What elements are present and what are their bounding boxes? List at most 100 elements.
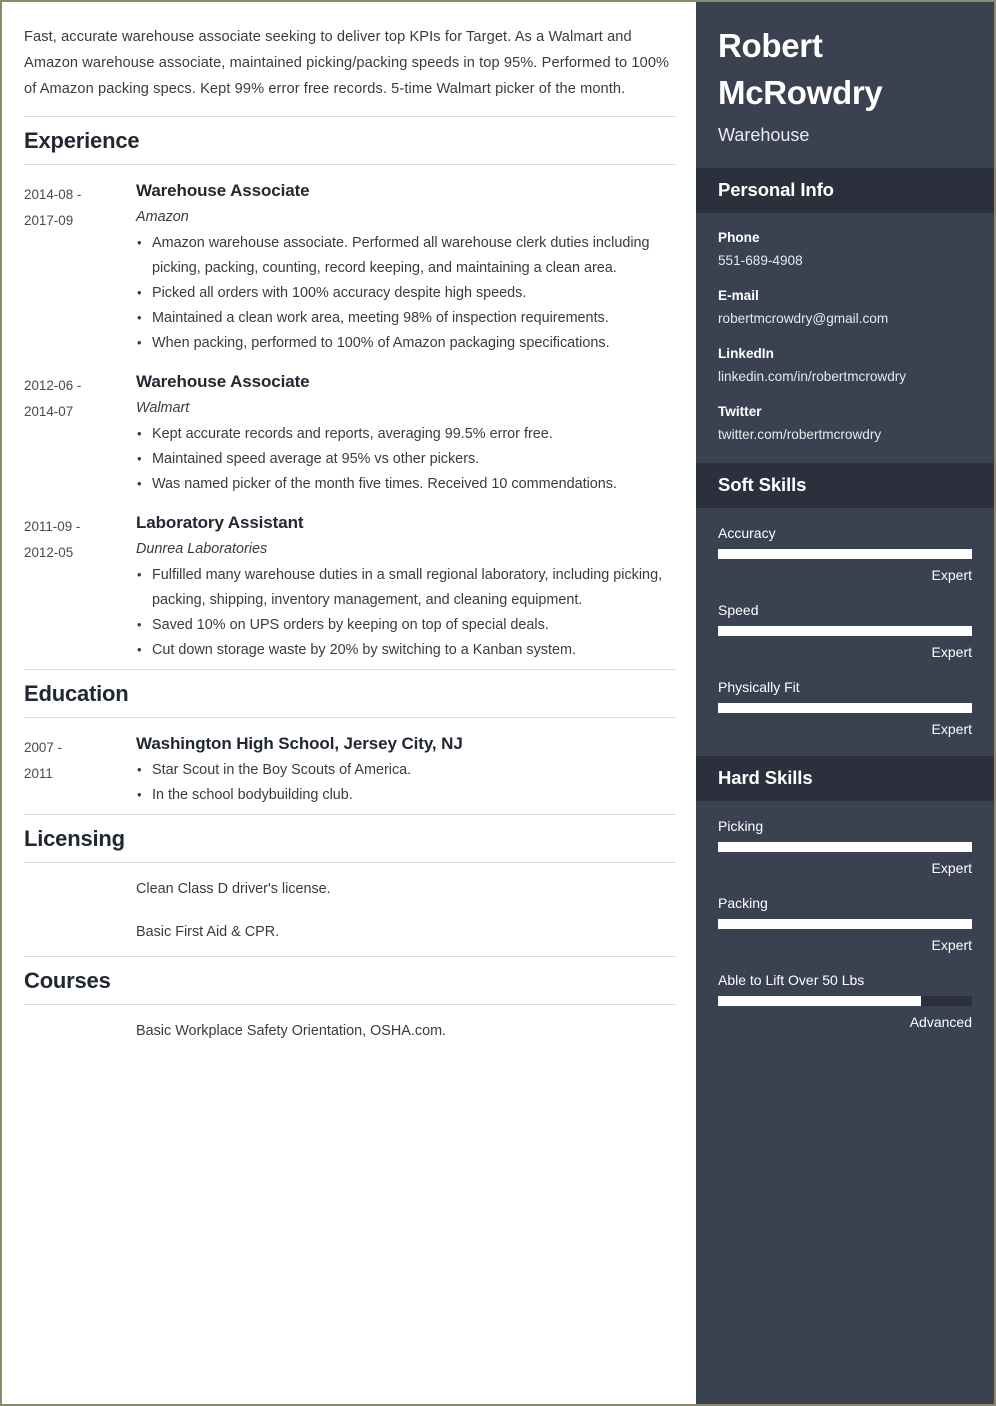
section-title: Experience <box>24 128 140 153</box>
info-label: LinkedIn <box>718 346 774 361</box>
sidebar-section-header-soft-skills: Soft Skills <box>696 463 994 508</box>
courses-entry: Basic Workplace Safety Orientation, OSHA… <box>24 1019 676 1055</box>
entry-date-start: 2007 - <box>24 740 62 755</box>
experience-entry: 2011-09 - 2012-05 Laboratory Assistant D… <box>24 511 676 663</box>
info-value[interactable]: linkedin.com/in/robertmcrowdry <box>718 366 972 387</box>
entry-employer: Amazon <box>136 209 189 225</box>
section-header-courses: Courses <box>24 956 676 1005</box>
entry-job-title: Warehouse Associate <box>136 372 310 391</box>
personal-info-item-email: E-mail robertmcrowdry@gmail.com <box>718 285 972 329</box>
info-label: E-mail <box>718 288 759 303</box>
skill-label: Accuracy <box>718 525 776 541</box>
courses-entry-list: Basic Workplace Safety Orientation, OSHA… <box>24 1005 676 1055</box>
list-item: In the school bodybuilding club. <box>136 782 676 808</box>
page-title: Robert McRowdry <box>718 27 883 111</box>
entry-date-end: 2017-09 <box>24 213 74 228</box>
skill-progress-fill <box>718 996 922 1006</box>
licensing-entry-list: Clean Class D driver's license. Basic Fi… <box>24 863 676 956</box>
skill-level-label: Expert <box>931 860 972 876</box>
entry-bullet-list: Fulfilled many warehouse duties in a sma… <box>136 562 676 663</box>
list-item: Cut down storage waste by 20% by switchi… <box>136 637 676 663</box>
entry-date-range <box>24 1019 136 1023</box>
licensing-entry: Clean Class D driver's license. Basic Fi… <box>24 877 676 956</box>
section-title: Licensing <box>24 826 125 851</box>
info-label: Twitter <box>718 404 762 419</box>
entry-date-start: 2012-06 - <box>24 378 82 393</box>
skill-item: Speed Expert <box>718 599 972 663</box>
resume-sidebar: Robert McRowdry Warehouse Personal Info … <box>696 2 994 1404</box>
list-item: Maintained a clean work area, meeting 98… <box>136 305 676 331</box>
entry-job-title: Warehouse Associate <box>136 181 310 200</box>
skill-label: Picking <box>718 818 764 834</box>
skill-label: Able to Lift Over 50 Lbs <box>718 972 865 988</box>
entry-employer: Walmart <box>136 400 190 416</box>
sidebar-name-block: Robert McRowdry Warehouse <box>696 2 994 168</box>
section-header-experience: Experience <box>24 116 676 165</box>
skill-item: Able to Lift Over 50 Lbs Advanced <box>718 969 972 1033</box>
list-item: Was named picker of the month five times… <box>136 471 676 497</box>
skill-label: Physically Fit <box>718 679 800 695</box>
entry-body: Laboratory Assistant Dunrea Laboratories… <box>136 511 676 663</box>
skill-progress-fill <box>718 549 972 559</box>
list-item: Fulfilled many warehouse duties in a sma… <box>136 562 676 613</box>
list-item: Saved 10% on UPS orders by keeping on to… <box>136 612 676 638</box>
skill-item: Picking Expert <box>718 815 972 879</box>
section-title: Education <box>24 681 129 706</box>
entry-bullet-list: Star Scout in the Boy Scouts of America.… <box>136 757 676 808</box>
skill-level-label: Expert <box>931 567 972 583</box>
entry-date-range: 2007 - 2011 <box>24 732 136 787</box>
skill-level-label: Expert <box>931 644 972 660</box>
skill-label: Speed <box>718 602 759 618</box>
entry-job-title: Laboratory Assistant <box>136 513 304 532</box>
experience-entry: 2012-06 - 2014-07 Warehouse Associate Wa… <box>24 370 676 497</box>
sidebar-section-header-personal-info: Personal Info <box>696 168 994 213</box>
summary-paragraph: Fast, accurate warehouse associate seeki… <box>24 29 670 97</box>
entry-bullet-list: Kept accurate records and reports, avera… <box>136 421 676 497</box>
entry-date-range <box>24 877 136 881</box>
skill-progress-fill <box>718 919 972 929</box>
list-item: Amazon warehouse associate. Performed al… <box>136 230 676 281</box>
entry-body: Washington High School, Jersey City, NJ … <box>136 732 676 808</box>
info-value: 551-689-4908 <box>718 253 803 268</box>
section-education: Education 2007 - 2011 Washington High Sc… <box>24 669 676 808</box>
list-item: Kept accurate records and reports, avera… <box>136 421 676 447</box>
entry-body: Warehouse Associate Walmart Kept accurat… <box>136 370 676 497</box>
personal-info-item-phone: Phone 551-689-4908 <box>718 227 972 271</box>
section-header-licensing: Licensing <box>24 814 676 863</box>
personal-info-list: Phone 551-689-4908 E-mail robertmcrowdry… <box>696 213 994 463</box>
list-item: Picked all orders with 100% accuracy des… <box>136 280 676 306</box>
personal-info-item-twitter: Twitter twitter.com/robertmcrowdry <box>718 401 972 445</box>
skill-progress-fill <box>718 703 972 713</box>
info-label: Phone <box>718 230 760 245</box>
skill-label: Packing <box>718 895 768 911</box>
entry-body: Basic Workplace Safety Orientation, OSHA… <box>136 1019 676 1055</box>
skill-progress-fill <box>718 626 972 636</box>
hard-skills-list: Picking Expert Packing Expert Able to Li… <box>696 801 994 1049</box>
licensing-line: Basic First Aid & CPR. <box>136 924 280 940</box>
entry-date-start: 2011-09 - <box>24 519 81 534</box>
job-role-subtitle: Warehouse <box>718 125 810 145</box>
skill-item: Packing Expert <box>718 892 972 956</box>
skill-progress-track <box>718 626 972 636</box>
info-value[interactable]: twitter.com/robertmcrowdry <box>718 424 972 445</box>
entry-school-name: Washington High School, Jersey City, NJ <box>136 734 463 753</box>
skill-level-label: Expert <box>931 937 972 953</box>
entry-date-range: 2014-08 - 2017-09 <box>24 179 136 234</box>
experience-entry-list: 2014-08 - 2017-09 Warehouse Associate Am… <box>24 165 676 663</box>
sidebar-section-header-hard-skills: Hard Skills <box>696 756 994 801</box>
section-header-education: Education <box>24 669 676 718</box>
entry-bullet-list: Amazon warehouse associate. Performed al… <box>136 230 676 356</box>
section-experience: Experience 2014-08 - 2017-09 Warehouse A… <box>24 116 676 663</box>
sidebar-section-title: Soft Skills <box>718 474 807 495</box>
soft-skills-list: Accuracy Expert Speed Expert Physically … <box>696 508 994 756</box>
entry-date-end: 2012-05 <box>24 545 74 560</box>
experience-entry: 2014-08 - 2017-09 Warehouse Associate Am… <box>24 179 676 356</box>
sidebar-section-title: Hard Skills <box>718 767 813 788</box>
skill-level-label: Advanced <box>909 1014 972 1030</box>
entry-body: Warehouse Associate Amazon Amazon wareho… <box>136 179 676 356</box>
licensing-line: Clean Class D driver's license. <box>136 881 331 897</box>
info-value[interactable]: robertmcrowdry@gmail.com <box>718 308 972 329</box>
sidebar-section-title: Personal Info <box>718 179 834 200</box>
skill-progress-track <box>718 842 972 852</box>
section-title: Courses <box>24 968 111 993</box>
